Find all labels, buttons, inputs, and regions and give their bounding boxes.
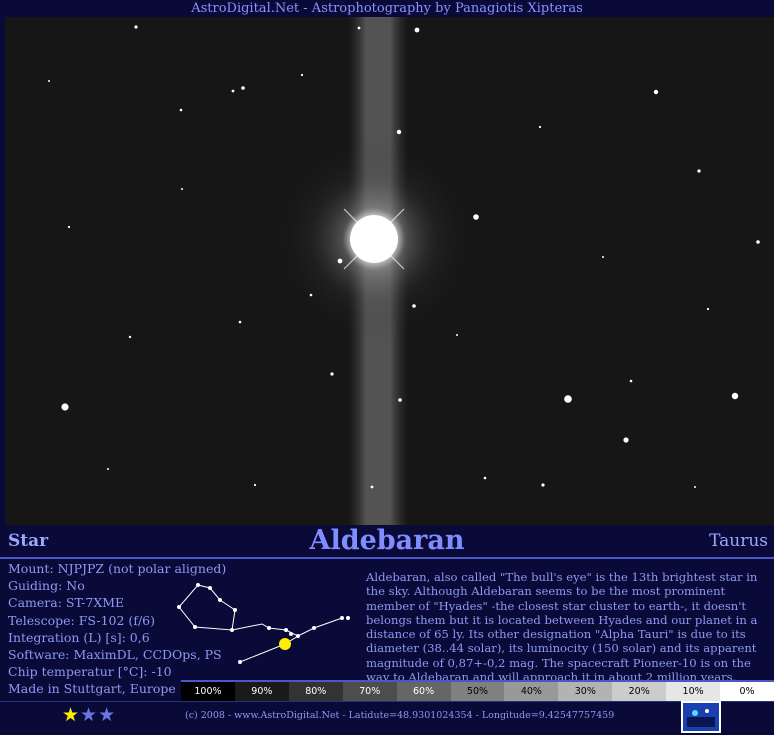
site-thumbnail-link[interactable]	[681, 701, 721, 733]
star-filled-icon: ★	[62, 704, 81, 726]
scale-cell: 60%	[396, 682, 451, 702]
object-category: Star	[8, 531, 49, 551]
star-empty-icon: ★	[80, 704, 99, 726]
scale-cell: 50%	[450, 682, 505, 702]
star-field-image	[5, 17, 774, 525]
site-header: AstroDigital.Net - Astrophotography by P…	[191, 1, 583, 16]
star-field-photo	[5, 17, 774, 525]
object-name: Aldebaran	[309, 525, 465, 556]
footer-divider	[0, 701, 774, 702]
scale-cell: 10%	[666, 682, 721, 702]
footer-copyright: (c) 2008 - www.AstroDigital.Net - Latidu…	[185, 710, 615, 721]
brightness-scale: 100% 90% 80% 70% 60% 50% 40% 30% 20% 10%…	[181, 680, 774, 702]
spec-row: Mount: NJPJPZ (not polar aligned)	[8, 561, 227, 576]
scale-cell: 100%	[181, 682, 235, 702]
object-description: Aldebaran, also called "The bull's eye" …	[366, 570, 758, 685]
aldebaran-marker	[279, 638, 291, 650]
star-rating: ★★★	[62, 704, 116, 726]
thumbnail-icon	[683, 703, 719, 731]
scale-cell: 70%	[342, 682, 397, 702]
constellation-diagram	[177, 583, 350, 664]
scale-cell: 30%	[558, 682, 613, 702]
title-bar: Aldebaran Star Taurus	[0, 525, 774, 559]
scale-cell: 0%	[720, 682, 774, 702]
scale-cell: 40%	[504, 682, 559, 702]
scale-cell: 80%	[288, 682, 343, 702]
star-empty-icon: ★	[98, 704, 117, 726]
scale-cell: 90%	[234, 682, 289, 702]
constellation-name: Taurus	[709, 531, 768, 551]
scale-cell: 20%	[612, 682, 667, 702]
